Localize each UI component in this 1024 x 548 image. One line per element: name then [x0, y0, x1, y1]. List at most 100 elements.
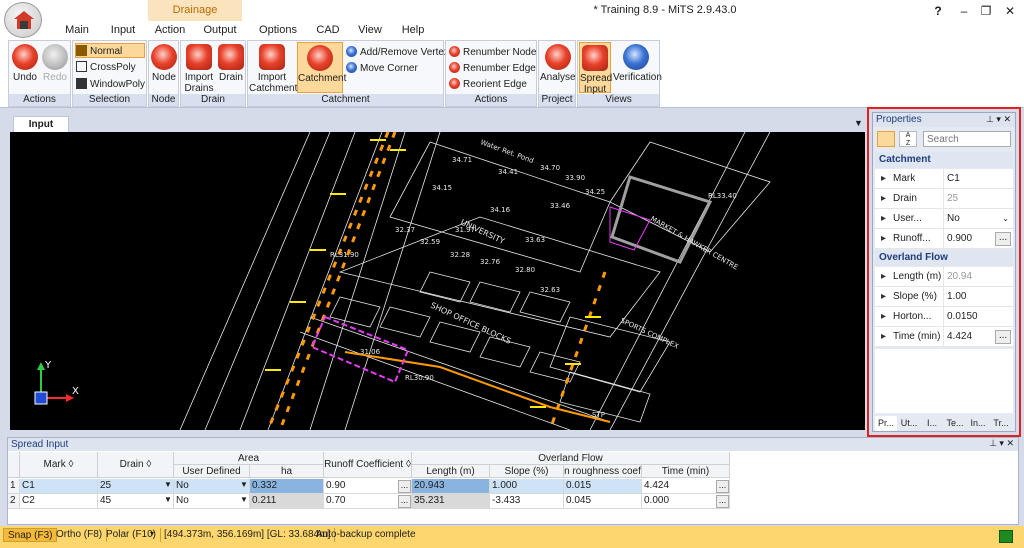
verification-icon	[623, 44, 649, 70]
group-label: Catchment	[248, 94, 443, 106]
cell-drain[interactable]: 25	[98, 479, 174, 494]
cell-drain[interactable]: 45	[98, 494, 174, 509]
verification-label: Verification	[613, 72, 662, 83]
tab-main[interactable]: Main	[58, 22, 96, 38]
group-views: Spread Input Verification Views	[577, 40, 662, 107]
col-header-time[interactable]: Time (min)	[642, 465, 730, 478]
col-header-n[interactable]: n roughness coef	[564, 465, 642, 478]
dropdown-arrow-icon[interactable]: ▼	[164, 480, 172, 489]
cell-user-defined[interactable]: No	[174, 494, 250, 509]
undo-icon	[12, 44, 38, 70]
col-header-user-defined[interactable]: User Defined	[174, 465, 250, 478]
dropdown-arrow-icon[interactable]: ▼	[240, 480, 248, 489]
tab-help[interactable]: Help	[394, 22, 432, 38]
reorient-edge-button[interactable]: Reorient Edge	[449, 77, 527, 92]
canvas-label: 34.16	[490, 206, 511, 214]
redo-button[interactable]: Redo	[41, 44, 69, 83]
group-actions: Undo Redo Actions	[8, 40, 71, 107]
highlight-outline	[867, 107, 1021, 437]
renumber-edge-label: Renumber Edge	[463, 63, 536, 74]
spread-input-button[interactable]: Spread Input	[579, 42, 612, 95]
tab-input[interactable]: Input	[102, 22, 144, 38]
doc-tab-input[interactable]: Input	[13, 116, 69, 132]
cell-mark[interactable]: C2	[20, 494, 98, 509]
col-header-ha[interactable]: ha	[250, 465, 324, 478]
help-button[interactable]: ?	[924, 2, 952, 20]
canvas-label: 31.97	[455, 226, 475, 234]
cell-ha[interactable]: 0.211	[250, 494, 324, 509]
cell-user-defined[interactable]: No	[174, 479, 250, 494]
axis-y-label: Y	[44, 360, 52, 371]
undo-label: Undo	[13, 72, 37, 83]
ellipsis-button[interactable]: ...	[716, 480, 729, 493]
pointer-icon	[76, 45, 87, 56]
ellipsis-button[interactable]: ...	[716, 495, 729, 508]
header-text: Mark	[43, 459, 66, 470]
tab-action[interactable]: Action	[150, 22, 190, 38]
verification-button[interactable]: Verification	[613, 44, 662, 83]
add-vertex-icon	[346, 46, 357, 57]
tab-cad[interactable]: CAD	[310, 22, 346, 38]
normal-label: Normal	[90, 46, 123, 57]
polar-dropdown-icon[interactable]: ▾	[150, 529, 154, 538]
row-number[interactable]: 1	[8, 479, 20, 494]
reorient-edge-icon	[449, 78, 460, 89]
import-drains-button[interactable]: Import Drains	[182, 44, 216, 94]
cell-length[interactable]: 20.943	[412, 479, 490, 494]
drain-button[interactable]: Drain	[217, 44, 245, 83]
reorient-edge-label: Reorient Edge	[463, 79, 527, 90]
add-remove-vertex-button[interactable]: Add/Remove Vertex	[346, 45, 449, 60]
col-header-runoff[interactable]: Runoff Coefficient ◊	[324, 452, 412, 478]
analyse-label: Analyse	[540, 72, 576, 83]
col-header-area: Area	[174, 452, 324, 465]
import-catchment-label: Import Catchment	[249, 72, 298, 94]
catchment-icon	[307, 45, 333, 71]
cad-canvas[interactable]: Water Ret. Pond UNIVERSITY MARKET & HAWK…	[10, 132, 865, 430]
tab-output[interactable]: Output	[196, 22, 244, 38]
dropdown-arrow-icon[interactable]: ▼	[240, 495, 248, 504]
normal-select-button[interactable]: Normal	[75, 43, 145, 58]
move-corner-button[interactable]: Move Corner	[346, 61, 418, 76]
app-logo[interactable]	[4, 2, 42, 38]
status-indicator	[999, 530, 1013, 543]
analyse-button[interactable]: Analyse	[540, 44, 576, 83]
cell-ha[interactable]: 0.332	[250, 479, 324, 494]
import-catchment-button[interactable]: Import Catchment	[249, 44, 298, 94]
renumber-node-button[interactable]: Renumber Node	[449, 45, 536, 60]
crosspoly-button[interactable]: CrossPoly	[76, 60, 136, 75]
col-header-mark[interactable]: Mark ◊	[20, 452, 98, 478]
cell-n[interactable]: 0.045	[564, 494, 642, 509]
tab-options[interactable]: Options	[254, 22, 302, 38]
cell-length[interactable]: 35.231	[412, 494, 490, 509]
cell-slope[interactable]: 1.000	[490, 479, 564, 494]
drain-icon	[218, 44, 244, 70]
ellipsis-button[interactable]: ...	[398, 495, 411, 508]
dropdown-arrow-icon[interactable]: ▼	[164, 495, 172, 504]
doc-tab-dropdown-icon[interactable]: ▼	[854, 118, 863, 128]
col-header-drain[interactable]: Drain ◊	[98, 452, 174, 478]
group-selection: Normal CrossPoly WindowPoly Selection	[72, 40, 147, 107]
snap-toggle[interactable]: Snap (F3)	[3, 528, 58, 542]
axis-x-label: X	[72, 386, 79, 397]
cell-mark[interactable]: C1	[20, 479, 98, 494]
group-label: Actions	[9, 94, 70, 106]
import-catchment-icon	[259, 44, 285, 70]
pin-icon[interactable]: ⊥ ▾ ✕	[989, 438, 1014, 449]
windowpoly-button[interactable]: WindowPoly	[76, 77, 145, 92]
renumber-node-label: Renumber Node	[463, 47, 537, 58]
close-button[interactable]: ✕	[996, 2, 1024, 20]
col-header-length[interactable]: Length (m)	[412, 465, 490, 478]
cell-slope[interactable]: -3.433	[490, 494, 564, 509]
canvas-label: MARKET & HAWKER CENTRE	[649, 215, 739, 272]
ellipsis-button[interactable]: ...	[398, 480, 411, 493]
undo-button[interactable]: Undo	[11, 44, 39, 83]
col-header-slope[interactable]: Slope (%)	[490, 465, 564, 478]
tab-view[interactable]: View	[352, 22, 388, 38]
renumber-edge-button[interactable]: Renumber Edge	[449, 61, 536, 76]
cell-n[interactable]: 0.015	[564, 479, 642, 494]
canvas-label: 32.59	[420, 238, 440, 246]
catchment-button[interactable]: Catchment	[297, 42, 346, 93]
row-number[interactable]: 2	[8, 494, 20, 509]
node-button[interactable]: Node	[150, 44, 178, 83]
ortho-toggle[interactable]: Ortho (F8)	[52, 528, 108, 542]
